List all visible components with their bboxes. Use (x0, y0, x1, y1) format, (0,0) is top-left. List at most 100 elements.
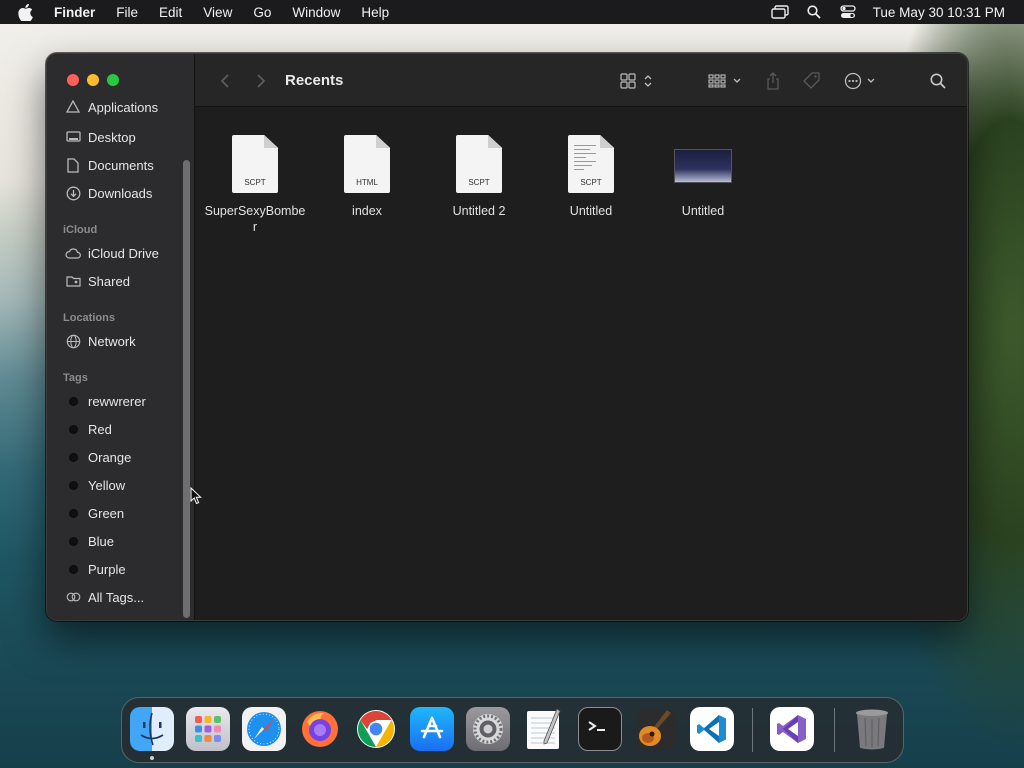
sidebar-tag-orange[interactable]: Orange (65, 446, 131, 468)
tag-dot-icon (65, 393, 81, 409)
menu-go[interactable]: Go (253, 5, 271, 20)
toolbar: Recents (195, 54, 967, 107)
back-button[interactable] (215, 70, 235, 92)
menu-file[interactable]: File (116, 5, 138, 20)
terminal-icon[interactable] (578, 707, 622, 751)
chevron-right-icon (257, 74, 266, 88)
download-icon (65, 185, 81, 201)
sidebar-tag-red[interactable]: Red (65, 418, 112, 440)
launchpad-icon[interactable] (186, 707, 230, 751)
shared-folder-icon (65, 273, 81, 289)
sidebar-item-label: Purple (88, 561, 126, 577)
chrome-icon[interactable] (354, 707, 398, 751)
menu-bar: Finder File Edit View Go Window Help Tue… (0, 0, 1024, 24)
file-item[interactable]: SCPT Untitled (535, 131, 647, 219)
script-file-icon: SCPT (456, 131, 502, 193)
mouse-cursor-icon (190, 487, 202, 505)
textedit-icon[interactable] (522, 707, 566, 751)
sidebar-item-label: Downloads (88, 185, 153, 201)
sidebar-tag-yellow[interactable]: Yellow (65, 474, 125, 496)
trash-icon[interactable] (850, 707, 894, 751)
firefox-icon[interactable] (298, 707, 342, 751)
sidebar: Applications Desktop Documents Downloads (47, 54, 195, 620)
sidebar-tag-purple[interactable]: Purple (65, 558, 126, 580)
finder-icon[interactable] (130, 707, 174, 751)
file-item[interactable]: SCPT SuperSexyBomber (199, 131, 311, 235)
garageband-icon[interactable] (634, 707, 678, 751)
sidebar-item-label: Green (88, 505, 125, 521)
sidebar-heading-locations[interactable]: Locations (63, 312, 115, 324)
maximize-window-button[interactable] (107, 74, 119, 86)
menu-help[interactable]: Help (361, 5, 389, 20)
visual-studio-icon[interactable] (770, 707, 814, 751)
file-name: Untitled (681, 204, 725, 218)
sidebar-item-network[interactable]: Network (65, 330, 136, 352)
chevron-left-icon (220, 74, 229, 88)
file-browser-content: SCPT SuperSexyBomber HTML index SCPT Unt… (195, 107, 967, 620)
sidebar-item-desktop[interactable]: Desktop (65, 126, 136, 148)
forward-button[interactable] (251, 70, 271, 92)
sidebar-tag-blue[interactable]: Blue (65, 530, 114, 552)
sidebar-item-label: Applications (88, 100, 159, 115)
file-name: Untitled 2 (452, 204, 506, 218)
share-button[interactable] (763, 70, 783, 92)
sidebar-item-applications[interactable]: Applications (65, 100, 158, 118)
globe-icon (65, 333, 81, 349)
sidebar-item-label: Network (88, 333, 136, 349)
sidebar-heading-icloud[interactable]: iCloud (63, 224, 97, 236)
sidebar-item-label: Orange (88, 449, 132, 465)
app-store-icon[interactable] (410, 707, 454, 751)
group-by-button[interactable] (707, 70, 745, 92)
menu-window[interactable]: Window (292, 5, 340, 20)
group-grid-icon (708, 74, 741, 88)
file-item[interactable]: HTML index (311, 131, 423, 219)
sidebar-tag-green[interactable]: Green (65, 502, 124, 524)
view-mode-button[interactable] (619, 70, 657, 92)
minimize-window-button[interactable] (87, 74, 99, 86)
finder-window: Applications Desktop Documents Downloads (46, 53, 968, 621)
file-ext-label: SCPT (580, 178, 602, 187)
sidebar-item-label: Shared (88, 273, 130, 289)
vscode-icon[interactable] (690, 707, 734, 751)
all-tags-icon (65, 589, 81, 605)
share-icon (767, 72, 779, 90)
tag-button[interactable] (801, 70, 823, 92)
running-indicator (150, 756, 154, 760)
tag-dot-icon (65, 533, 81, 549)
sidebar-scrollbar[interactable] (183, 160, 190, 618)
tag-dot-icon (65, 561, 81, 577)
apple-menu-icon[interactable] (18, 3, 38, 21)
menu-view[interactable]: View (203, 5, 232, 20)
menu-edit[interactable]: Edit (159, 5, 182, 20)
close-window-button[interactable] (67, 74, 79, 86)
sidebar-item-shared[interactable]: Shared (65, 270, 130, 292)
sidebar-list: Applications Desktop Documents Downloads (47, 100, 187, 620)
sidebar-all-tags[interactable]: All Tags... (65, 586, 144, 608)
tag-dot-icon (65, 421, 81, 437)
system-settings-icon[interactable] (466, 707, 510, 751)
more-actions-button[interactable] (843, 70, 881, 92)
document-icon (65, 157, 81, 173)
screen-mirroring-icon[interactable] (770, 4, 789, 20)
control-center-icon[interactable] (839, 4, 857, 20)
spotlight-search-icon[interactable] (805, 4, 823, 20)
sidebar-item-icloud-drive[interactable]: iCloud Drive (65, 242, 159, 264)
file-item[interactable]: SCPT Untitled 2 (423, 131, 535, 219)
tag-dot-icon (65, 477, 81, 493)
menu-clock[interactable]: Tue May 30 10:31 PM (873, 5, 1005, 20)
safari-icon[interactable] (242, 707, 286, 751)
menu-app-name[interactable]: Finder (54, 5, 95, 20)
script-file-icon: SCPT (568, 131, 614, 193)
search-icon (930, 73, 946, 89)
screenshot-thumbnail-icon (674, 131, 732, 193)
file-item[interactable]: Untitled (647, 131, 759, 219)
file-ext-label: SCPT (468, 178, 490, 187)
desktop-icon (65, 129, 81, 145)
search-button[interactable] (927, 70, 949, 92)
sidebar-item-downloads[interactable]: Downloads (65, 182, 152, 204)
sidebar-item-documents[interactable]: Documents (65, 154, 154, 176)
sidebar-item-label: Blue (88, 533, 115, 549)
file-name: Untitled (569, 204, 613, 218)
sidebar-tag-rewwrerer[interactable]: rewwrerer (65, 390, 146, 412)
sidebar-heading-tags[interactable]: Tags (63, 372, 88, 384)
